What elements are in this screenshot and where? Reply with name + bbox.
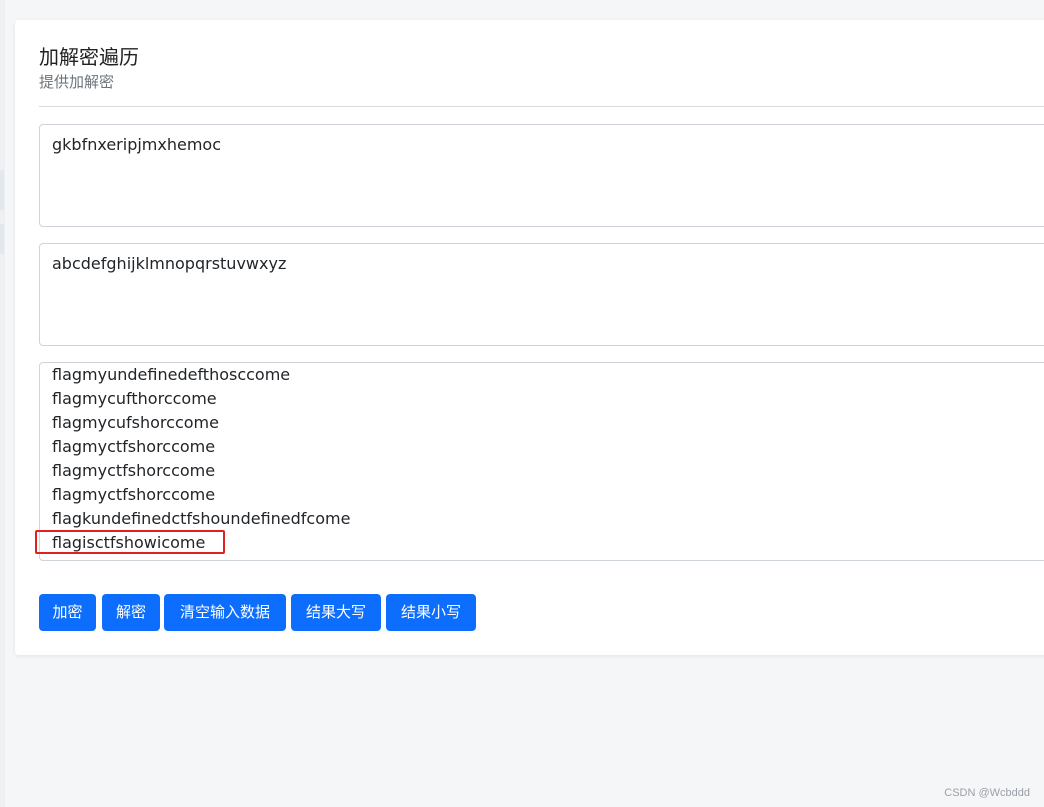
result-line: flagmycufshorccome	[52, 413, 219, 432]
result-line: flagmyundefinedefthosccome	[52, 365, 291, 384]
sidebar-mark	[0, 170, 4, 210]
decrypt-button[interactable]: 解密	[102, 594, 160, 631]
page-title: 加解密遍历	[39, 45, 139, 69]
result-uppercase-button[interactable]: 结果大写	[291, 594, 381, 631]
cipher-card: 加解密遍历 提供加解密 gkbfnxeripjmxhemoc abcdefghi…	[15, 20, 1044, 655]
result-line: flagmycufthorccome	[52, 389, 217, 408]
alphabet-input[interactable]: abcdefghijklmnopqrstuvwxyz	[39, 243, 1044, 346]
result-line: flagkundefinedctfshoundefinedfcome	[52, 509, 351, 528]
watermark: CSDN @Wcbddd	[944, 787, 1030, 799]
result-line: flagmyctfshorccome	[52, 437, 216, 456]
result-line: flagmyctfshorccome	[52, 461, 216, 480]
encrypt-button[interactable]: 加密	[39, 594, 96, 631]
divider	[39, 106, 1044, 107]
clear-input-button[interactable]: 清空输入数据	[164, 594, 286, 631]
result-line: flagmyctfshorccome	[52, 485, 216, 504]
sidebar-edge	[0, 0, 5, 807]
result-lowercase-button[interactable]: 结果小写	[386, 594, 476, 631]
sidebar-mark	[0, 224, 4, 254]
highlight-box	[35, 530, 225, 554]
key-input[interactable]: gkbfnxeripjmxhemoc	[39, 124, 1044, 227]
alphabet-input-value: abcdefghijklmnopqrstuvwxyz	[52, 254, 287, 273]
key-input-value: gkbfnxeripjmxhemoc	[52, 135, 222, 154]
page-subtitle: 提供加解密	[39, 73, 115, 91]
